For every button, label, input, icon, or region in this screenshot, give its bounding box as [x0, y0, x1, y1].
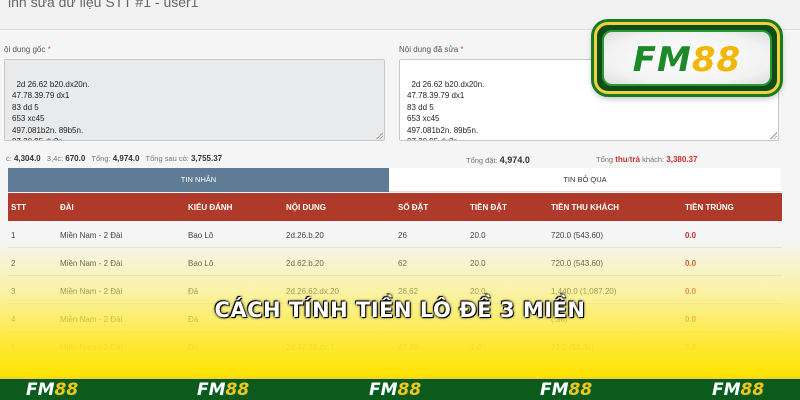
stats-total-pay: Tổng thu/trả khách: 3,380.37: [596, 155, 698, 164]
footer-logo: FM88: [369, 380, 422, 400]
resize-grip-icon[interactable]: [376, 132, 383, 139]
original-content-label: ội dung gốc *: [4, 45, 51, 54]
banner-title: CÁCH TÍNH TIỀN LÔ ĐỀ 3 MIỀN: [214, 298, 586, 322]
footer-logo: FM88: [197, 380, 250, 400]
col-stake: TIỀN ĐẶT: [470, 203, 507, 212]
table-row[interactable]: 2 Miền Nam - 2 Đài Bao Lô 2d.62.b.20 62 20.0 7…: [8, 249, 782, 276]
footer-logo: FM88: [712, 380, 765, 400]
col-numbers: SỐ ĐẶT: [398, 203, 429, 212]
tab-messages[interactable]: TIN NHẮN: [8, 168, 389, 192]
fm88-logo: FM88: [594, 22, 780, 94]
footer-logo: FM88: [540, 380, 593, 400]
table-header: STT ĐÀI KIỂU ĐÁNH NỘI DUNG SỐ ĐẶT TIỀN Đ…: [8, 193, 782, 221]
col-station: ĐÀI: [60, 203, 74, 212]
col-collected: TIỀN THU KHÁCH: [551, 203, 619, 212]
table-row[interactable]: 1 Miền Nam - 2 Đài Bao Lô 2d.26.b.20 26 20.0 7…: [8, 221, 782, 248]
table-row[interactable]: 5 Miền Nam - 2 Đài Đá 2d.47.39.dx.1 47,39 1.0…: [8, 333, 782, 360]
brand-footer-bar: FM88 FM88 FM88 FM88 FM88: [0, 377, 800, 400]
original-content-textarea[interactable]: 2d 26.62 b20.dx20n. 47.78.39.79 dx1 83 d…: [4, 59, 385, 141]
col-bet-type: KIỂU ĐÁNH: [188, 203, 233, 212]
resize-grip-icon[interactable]: [770, 132, 777, 139]
table-body: 1 Miền Nam - 2 Đài Bao Lô 2d.26.b.20 26 20.0 7…: [8, 221, 782, 369]
stats-left: c: 4,304.0 3,4c: 670.0 Tổng: 4,974.0 Tổn…: [6, 154, 223, 163]
col-winnings: TIỀN TRÚNG: [685, 203, 734, 212]
tab-skipped-messages[interactable]: TIN BỎ QUA: [389, 168, 781, 192]
stats-total-bet: Tổng đặt: 4,974.0: [466, 155, 530, 165]
footer-logo: FM88: [26, 380, 79, 400]
col-stt: STT: [11, 203, 27, 212]
col-content: NỘI DUNG: [286, 203, 326, 212]
edited-content-label: Nội dung đã sửa *: [399, 45, 464, 54]
